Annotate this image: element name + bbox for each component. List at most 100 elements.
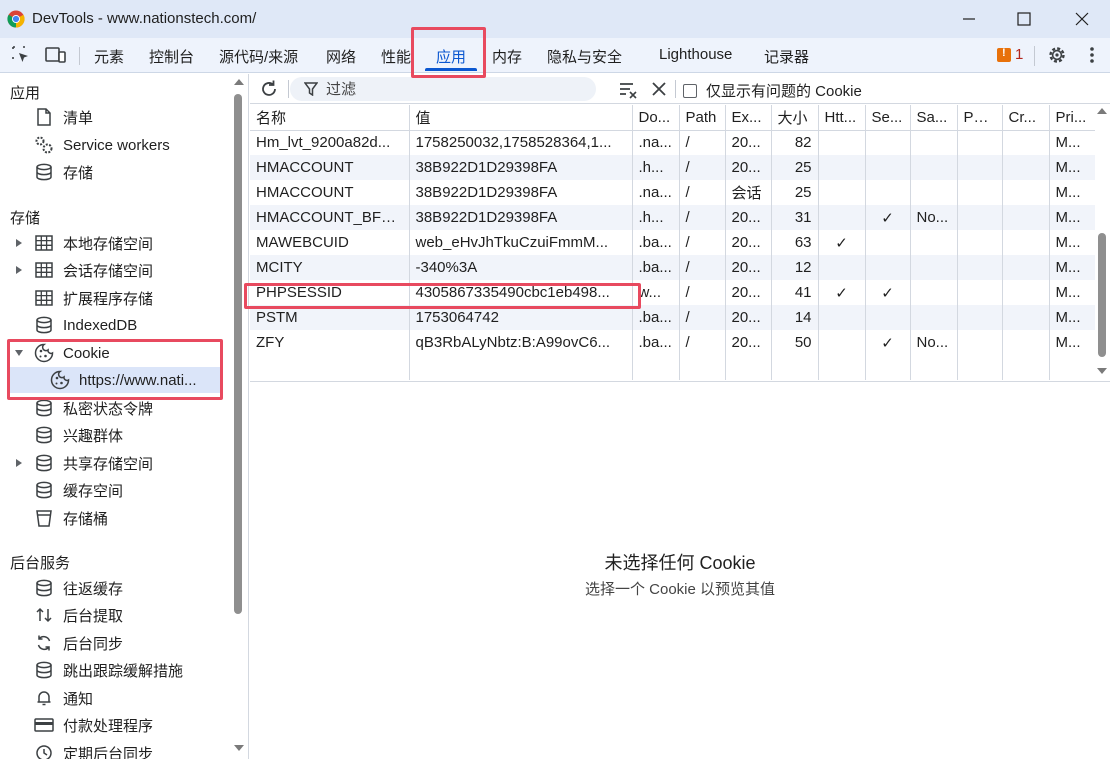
cell-size: 50 — [771, 330, 819, 355]
table-row[interactable]: ZFY qB3RbALyNbtz:B:A99ovC6... .ba.../20...… — [250, 330, 1095, 355]
table-row[interactable]: MAWEBCUID web_eHvJhTkuCzuiFmmM... .ba.../2… — [250, 230, 1095, 255]
column-header-priority[interactable]: Pri... — [1049, 105, 1095, 131]
table-row[interactable]: PHPSESSID 4305867335490cbc1eb498... w.../2… — [250, 280, 1095, 305]
table-row[interactable]: MCITY -340%3A .ba.../20... 12 M... — [250, 255, 1095, 280]
column-header-path[interactable]: Path — [679, 105, 726, 131]
cell-expires: 20... — [725, 330, 772, 355]
sidebar-item-label: 缓存空间 — [63, 482, 124, 500]
tab-application[interactable]: 应用 — [436, 46, 466, 67]
more-options-button[interactable] — [1081, 44, 1103, 66]
sidebar-item-private-state-tokens[interactable]: 私密状态令牌 — [34, 395, 153, 421]
inspect-element-button[interactable] — [10, 44, 32, 66]
sidebar-item-service-workers[interactable]: Service workers — [34, 132, 170, 158]
cell-samesite: No... — [910, 330, 958, 355]
column-header-expires[interactable]: Ex... — [725, 105, 772, 131]
refresh-icon[interactable] — [258, 78, 280, 100]
tab-elements[interactable]: 元素 — [94, 46, 124, 67]
table-row[interactable]: HMACCOUNT 38B922D1D29398FA .na... / 会话 25 M... — [250, 180, 1095, 205]
sidebar-item-storage[interactable]: 存储 — [34, 159, 93, 185]
collapse-arrow-icon[interactable] — [14, 348, 24, 358]
column-header-cross-site[interactable]: Cr... — [1002, 105, 1050, 131]
cell-size: 63 — [771, 230, 819, 255]
sidebar-item-label: 付款处理程序 — [63, 717, 154, 735]
sidebar-item-back-forward-cache[interactable]: 往返缓存 — [34, 575, 123, 601]
table-row[interactable]: PSTM 1753064742 .ba.../20... 14 M... — [250, 305, 1095, 330]
cell-expires: 20... — [725, 155, 772, 180]
tab-memory[interactable]: 内存 — [492, 46, 522, 67]
expand-arrow-icon[interactable] — [14, 265, 24, 275]
clear-all-icon[interactable] — [648, 78, 670, 100]
sidebar-item-extension-storage[interactable]: 扩展程序存储 — [34, 285, 153, 311]
sidebar-item-periodic-background-sync[interactable]: 定期后台同步 — [34, 740, 153, 759]
column-header-domain[interactable]: Do... — [632, 105, 680, 131]
sidebar-item-background-sync[interactable]: 后台同步 — [34, 630, 123, 656]
maximize-button[interactable] — [1001, 6, 1047, 32]
sidebar-item-label: 通知 — [63, 690, 94, 708]
expand-arrow-icon[interactable] — [14, 238, 24, 248]
expand-arrow-icon[interactable] — [14, 458, 24, 468]
cell-httponly — [818, 205, 866, 230]
filter-box[interactable] — [290, 77, 596, 101]
cell-value: 1753064742 — [409, 305, 633, 330]
tab-lighthouse[interactable]: Lighthouse — [659, 46, 732, 63]
tab-recorder[interactable]: 记录器 — [764, 46, 809, 67]
sidebar-item-session-storage[interactable]: 会话存储空间 — [16, 257, 153, 283]
tab-sources[interactable]: 源代码/来源 — [219, 46, 298, 67]
scroll-down-arrow-icon[interactable] — [233, 744, 245, 752]
tab-network[interactable]: 网络 — [326, 46, 356, 67]
scroll-up-arrow-icon[interactable] — [1096, 107, 1108, 115]
sidebar-item-shared-storage[interactable]: 共享存储空间 — [16, 450, 153, 476]
column-header-partition-key[interactable]: Par... — [957, 105, 1003, 131]
minimize-button[interactable] — [946, 6, 992, 32]
checkbox-unchecked[interactable] — [683, 83, 697, 98]
sidebar-item-payment-handler[interactable]: 付款处理程序 — [34, 712, 153, 738]
table-row[interactable]: HMACCOUNT 38B922D1D29398FA .h.../20... 25 M.… — [250, 155, 1095, 180]
sidebar-item-cache-storage[interactable]: 缓存空间 — [34, 477, 123, 503]
issues-counter[interactable]: 1 — [997, 46, 1023, 63]
column-header-name[interactable]: 名称 — [250, 105, 410, 131]
table-scrollbar-thumb[interactable] — [1098, 233, 1106, 357]
scroll-down-arrow-icon[interactable] — [1096, 367, 1108, 375]
cell-value: -340%3A — [409, 255, 633, 280]
device-toolbar-button[interactable] — [45, 44, 67, 66]
scroll-up-arrow-icon[interactable] — [233, 78, 245, 86]
sidebar-item-storage-buckets[interactable]: 存储桶 — [34, 505, 108, 531]
tab-console[interactable]: 控制台 — [149, 46, 194, 67]
table-scrollbar[interactable] — [1096, 105, 1110, 381]
sidebar-scrollbar[interactable] — [233, 94, 243, 614]
close-button[interactable] — [1059, 6, 1105, 32]
table-row[interactable]: HMACCOUNT_BFE... 38B922D1D29398FA .h.../20… — [250, 205, 1095, 230]
column-header-size[interactable]: 大小 — [771, 105, 819, 131]
database-icon — [34, 660, 54, 680]
database-icon — [34, 162, 54, 182]
cell-expires: 20... — [725, 255, 772, 280]
table-row[interactable]: Hm_lvt_9200a82d... 1758250032,1758528364,… — [250, 130, 1095, 155]
tab-performance[interactable]: 性能 — [381, 46, 411, 67]
column-header-httponly[interactable]: Htt... — [818, 105, 866, 131]
column-header-secure[interactable]: Se... — [865, 105, 911, 131]
sidebar-item-local-storage[interactable]: 本地存储空间 — [16, 230, 153, 256]
sidebar-item-indexeddb[interactable]: IndexedDB — [34, 312, 137, 338]
filter-input[interactable] — [326, 80, 566, 98]
sidebar-item-background-fetch[interactable]: 后台提取 — [34, 602, 123, 628]
sidebar-item-interest-groups[interactable]: 兴趣群体 — [34, 422, 123, 448]
sidebar-scrollbar-thumb[interactable] — [234, 94, 242, 614]
sidebar-item-label: 存储 — [63, 164, 94, 182]
clear-filtered-icon[interactable] — [617, 78, 639, 100]
sidebar-item-bounce-tracking[interactable]: 跳出跟踪缓解措施 — [34, 657, 183, 683]
settings-button[interactable] — [1046, 44, 1068, 66]
sidebar-item-label: 往返缓存 — [63, 580, 124, 598]
sidebar-item-cookie-origin[interactable]: https://www.nati... — [10, 367, 220, 393]
sidebar-item-manifest[interactable]: 清单 — [34, 104, 93, 130]
empty-cell — [250, 355, 410, 380]
only-issues-checkbox[interactable]: 仅显示有问题的 Cookie — [683, 80, 862, 101]
grid-table-icon — [34, 288, 54, 308]
sidebar-item-cookies[interactable]: Cookie — [15, 340, 110, 366]
cell-cross-site — [1002, 205, 1050, 230]
cell-secure: ✓ — [865, 330, 911, 355]
column-header-value[interactable]: 值 — [409, 105, 633, 131]
sidebar-item-notifications[interactable]: 通知 — [34, 685, 93, 711]
cell-size: 14 — [771, 305, 819, 330]
tab-privacy-security[interactable]: 隐私与安全 — [547, 46, 622, 67]
column-header-samesite[interactable]: Sa... — [910, 105, 958, 131]
